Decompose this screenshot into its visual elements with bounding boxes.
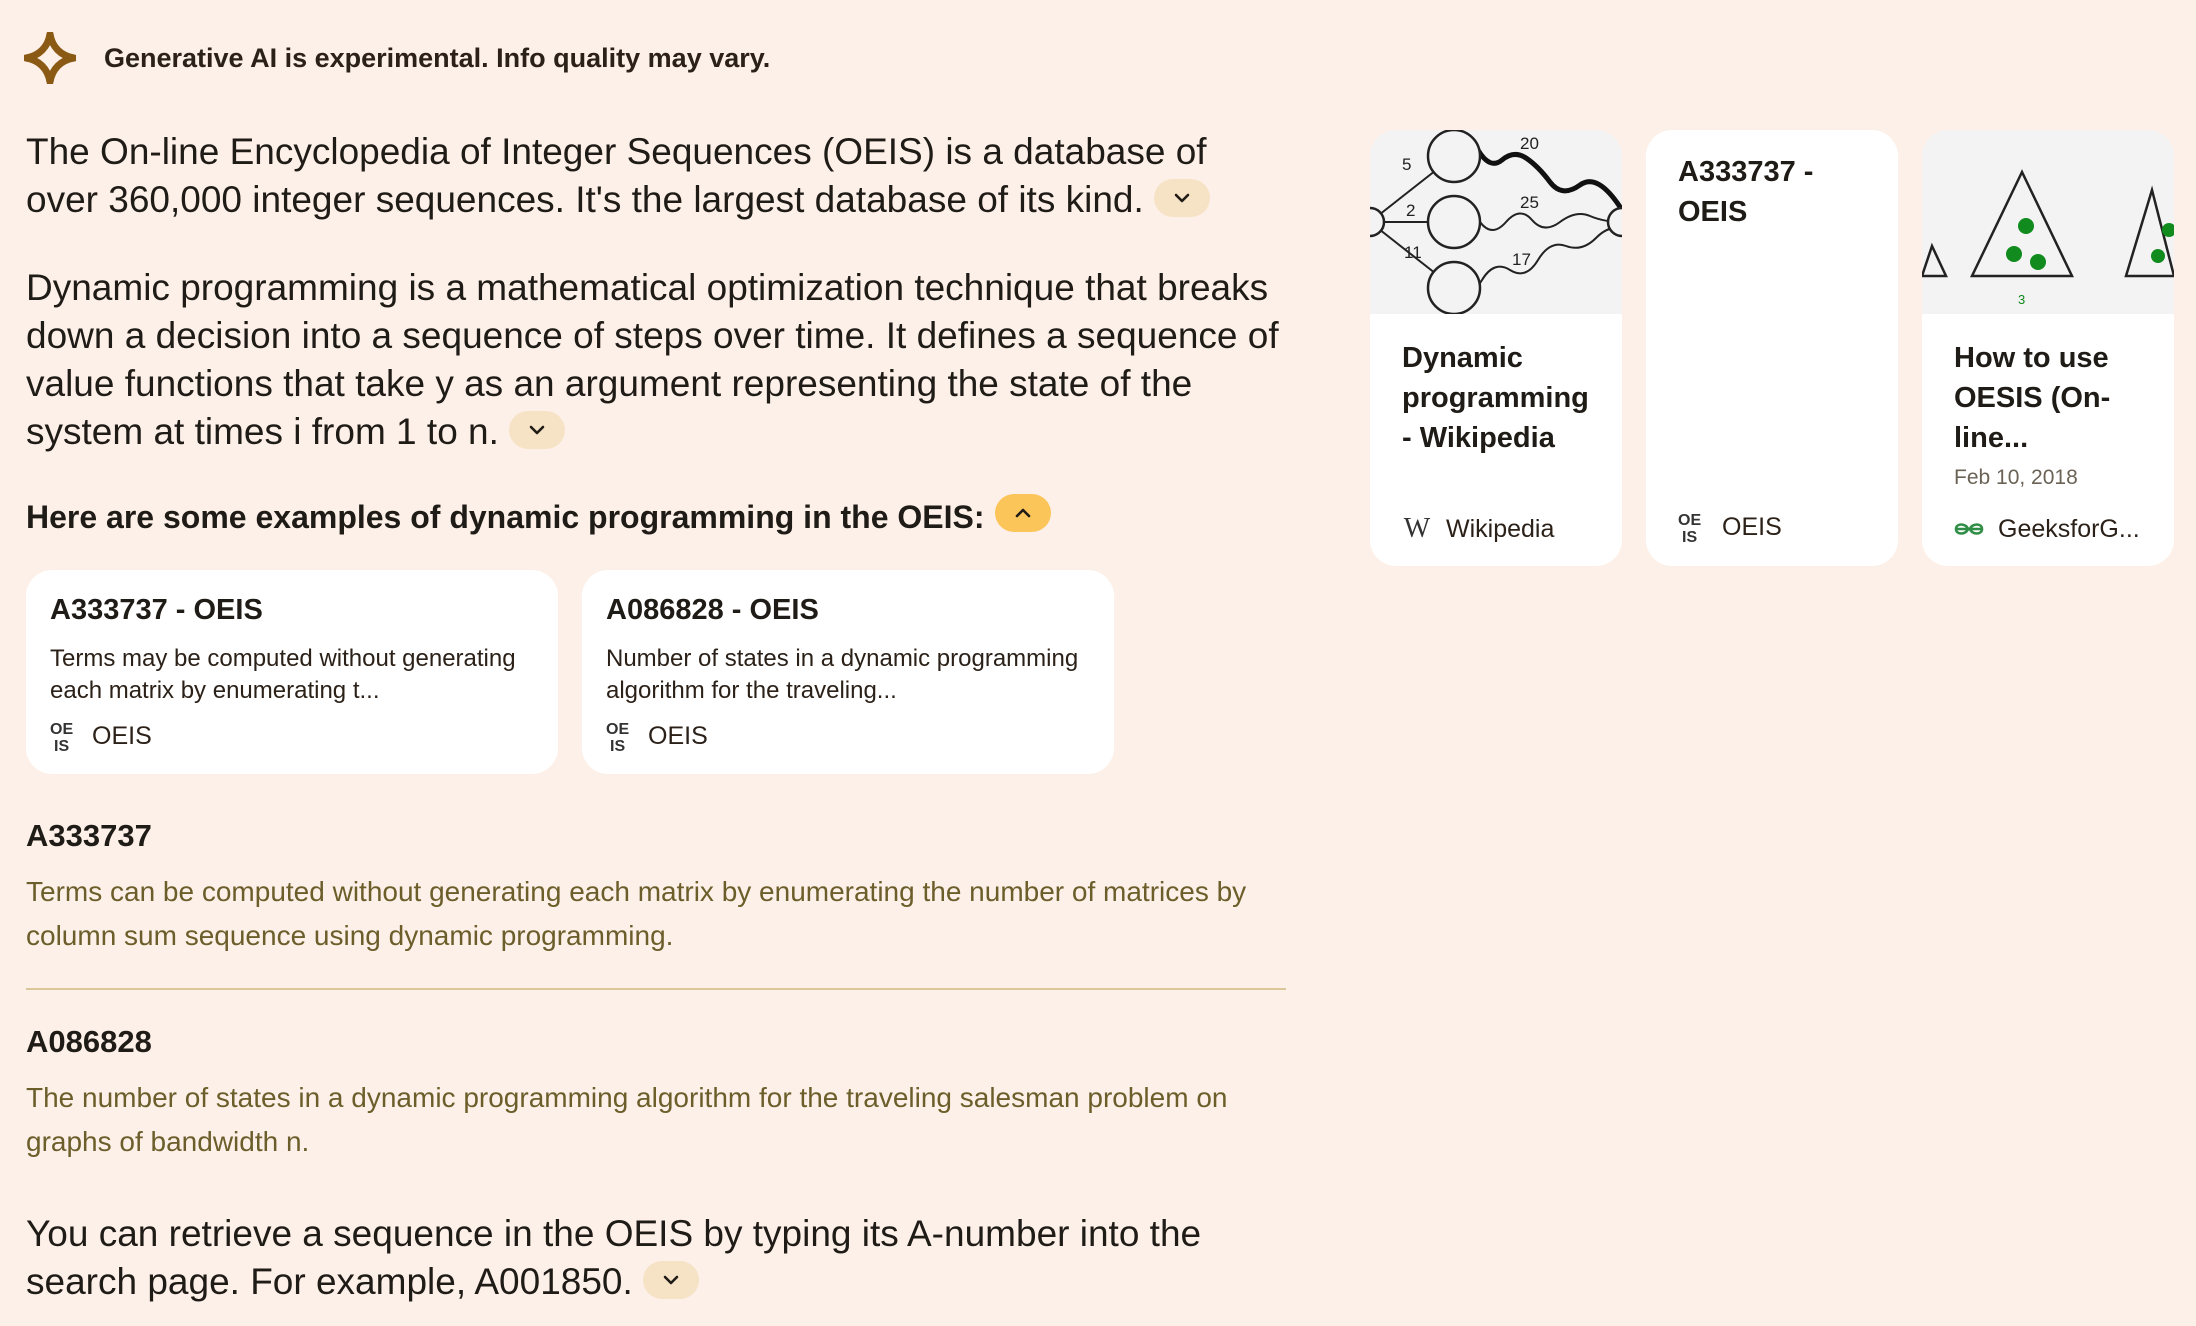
example-card-source: OE IS OEIS	[606, 721, 708, 753]
example-card-snippet: Terms may be computed without generating…	[50, 645, 516, 704]
entry-text: The number of states in a dynamic progra…	[26, 1082, 1228, 1157]
sequence-entry: A333737 Terms can be computed without ge…	[26, 818, 1288, 958]
chevron-down-icon	[663, 1275, 679, 1285]
oeis-logo-icon: OE IS	[1678, 512, 1701, 544]
source-card-source: W Wikipedia	[1403, 513, 1555, 544]
svg-text:11: 11	[1404, 243, 1422, 262]
answer-column: The On-line Encyclopedia of Integer Sequ…	[26, 128, 1288, 1306]
example-cards: A333737 - OEIS Terms may be computed wit…	[26, 570, 1288, 774]
sequence-entry: A086828 The number of states in a dynami…	[26, 1024, 1288, 1164]
answer-paragraph: You can retrieve a sequence in the OEIS …	[26, 1213, 1202, 1302]
source-card[interactable]: 5 20 2 25 11 17 Dynamic programming - Wi…	[1370, 130, 1622, 566]
example-card[interactable]: A333737 - OEIS Terms may be computed wit…	[26, 570, 558, 774]
divider	[26, 988, 1286, 990]
example-card[interactable]: A086828 - OEIS Number of states in a dyn…	[582, 570, 1114, 774]
svg-text:20: 20	[1520, 134, 1539, 153]
examples-heading: Here are some examples of dynamic progra…	[26, 494, 1288, 536]
svg-text:OE: OE	[606, 721, 629, 738]
triangle-thumbnail: 3	[1922, 130, 2174, 314]
answer-paragraph: The On-line Encyclopedia of Integer Sequ…	[26, 128, 1288, 224]
source-card-source: OE IS OEIS	[1678, 512, 1782, 544]
triangles-image: 3	[1922, 169, 2174, 307]
source-card[interactable]: 3 How to use OESIS (On-line... Feb 10, 2…	[1922, 130, 2174, 566]
svg-text:OE: OE	[50, 721, 73, 738]
oeis-logo-icon: OE IS	[606, 721, 629, 753]
chevron-down-icon	[1174, 193, 1190, 203]
answer-paragraph: Dynamic programming is a mathematical op…	[26, 267, 1279, 452]
collapse-chip[interactable]	[994, 494, 1051, 532]
oeis-logo-icon: OE IS	[50, 721, 73, 753]
expand-chip[interactable]	[642, 1261, 699, 1300]
example-card-title: A086828 - OEIS	[606, 594, 819, 626]
svg-text:OE: OE	[1678, 512, 1701, 529]
svg-text:IS: IS	[1682, 529, 1697, 544]
source-cards: 5 20 2 25 11 17 Dynamic programming - Wi…	[1370, 130, 2174, 566]
source-card[interactable]: A333737 - OEIS OE IS OEIS	[1646, 130, 1898, 566]
source-card-title: Dynamic programming - Wikipedia	[1402, 342, 1589, 454]
svg-text:2: 2	[1406, 201, 1415, 220]
spark-icon	[24, 32, 76, 84]
chevron-down-icon	[529, 425, 545, 435]
svg-text:3: 3	[2018, 292, 2025, 307]
disclaimer-text: Generative AI is experimental. Info qual…	[104, 42, 771, 73]
graph-diagram-image: 5 20 2 25 11 17	[1370, 130, 1622, 314]
svg-text:IS: IS	[610, 738, 625, 753]
example-card-snippet: Number of states in a dynamic programmin…	[606, 645, 1079, 704]
source-card-date: Feb 10, 2018	[1954, 466, 2078, 489]
svg-text:5: 5	[1402, 155, 1411, 174]
source-card-title: A333737 - OEIS	[1678, 156, 1814, 228]
expand-chip[interactable]	[1153, 179, 1210, 218]
ai-disclaimer-header: Generative AI is experimental. Info qual…	[24, 32, 770, 84]
entry-title: A333737	[26, 818, 152, 853]
ai-overview-page: Generative AI is experimental. Info qual…	[0, 0, 2196, 1326]
source-card-source: GeeksforG...	[1954, 514, 2140, 544]
chevron-up-icon	[1015, 508, 1030, 518]
entry-text: Terms can be computed without generating…	[26, 876, 1247, 951]
entry-title: A086828	[26, 1024, 152, 1059]
geeksforgeeks-icon	[1954, 514, 1984, 544]
expand-chip[interactable]	[508, 411, 565, 450]
svg-text:17: 17	[1512, 250, 1531, 269]
source-card-title: How to use OESIS (On-line...	[1954, 342, 2111, 454]
graph-thumbnail: 5 20 2 25 11 17	[1370, 130, 1622, 314]
example-card-title: A333737 - OEIS	[50, 594, 263, 626]
svg-text:IS: IS	[54, 738, 69, 753]
svg-text:25: 25	[1520, 193, 1539, 212]
example-card-source: OE IS OEIS	[50, 721, 152, 753]
wikipedia-icon: W	[1403, 513, 1431, 544]
